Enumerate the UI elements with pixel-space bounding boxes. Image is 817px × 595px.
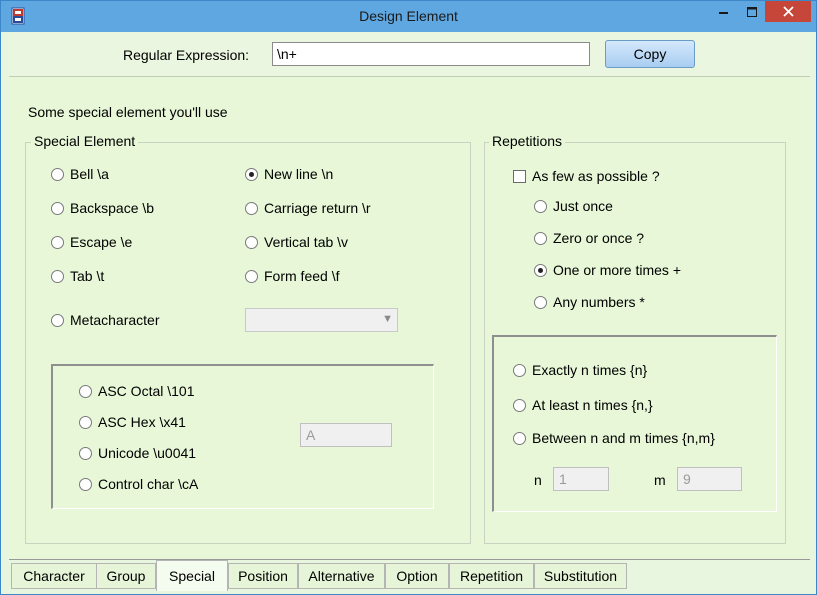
radio-label: Tab \t — [70, 268, 105, 284]
radio-label: Exactly n times {n} — [532, 362, 648, 378]
radio-circle[interactable] — [513, 398, 526, 412]
tab-character[interactable]: Character — [11, 563, 97, 589]
radio-carriage-return[interactable]: Carriage return \r — [245, 200, 371, 216]
radio-circle[interactable] — [245, 201, 258, 215]
radio-label: Any numbers * — [553, 294, 645, 310]
metacharacter-select[interactable]: ▼ — [245, 308, 398, 332]
radio-label: Form feed \f — [264, 268, 340, 284]
radio-control-char[interactable]: Control char \cA — [79, 476, 198, 492]
tab-substitution[interactable]: Substitution — [534, 563, 627, 589]
radio-form-feed[interactable]: Form feed \f — [245, 268, 339, 284]
radio-label: One or more times + — [553, 262, 681, 278]
radio-bell[interactable]: Bell \a — [51, 166, 109, 182]
n-value-field[interactable]: 1 — [553, 467, 609, 491]
radio-label: ASC Hex \x41 — [98, 414, 186, 430]
regex-label: Regular Expression: — [123, 47, 250, 63]
radio-between-n-m[interactable]: Between n and m times {n,m} — [513, 430, 715, 446]
intro-text: Some special element you'll use — [28, 104, 228, 120]
copy-button[interactable]: Copy — [605, 40, 695, 68]
maximize-icon — [746, 6, 757, 17]
checkbox-box[interactable] — [513, 169, 526, 183]
radio-circle[interactable] — [513, 431, 526, 445]
radio-metacharacter[interactable]: Metacharacter — [51, 312, 159, 328]
close-icon — [782, 6, 794, 17]
radio-unicode[interactable]: Unicode \u0041 — [79, 445, 196, 461]
radio-zero-or-once[interactable]: Zero or once ? — [534, 230, 644, 246]
tab-alternative[interactable]: Alternative — [298, 563, 385, 589]
special-tab-panel: Some special element you'll use Special … — [9, 76, 810, 559]
radio-at-least-n[interactable]: At least n times {n,} — [513, 397, 653, 413]
radio-label: Zero or once ? — [553, 230, 645, 246]
n-label: n — [534, 472, 542, 488]
radio-circle[interactable] — [51, 167, 64, 181]
radio-new-line[interactable]: New line \n — [245, 166, 333, 182]
radio-label: At least n times {n,} — [532, 397, 653, 413]
checkbox-few-as-possible[interactable]: As few as possible ? — [513, 168, 660, 184]
radio-asc-octal[interactable]: ASC Octal \101 — [79, 383, 195, 399]
design-element-window: Design Element Regular Expression: Copy … — [0, 0, 817, 595]
radio-label: Between n and m times {n,m} — [532, 430, 715, 446]
repetitions-title: Repetitions — [489, 133, 566, 149]
radio-circle[interactable] — [51, 313, 64, 327]
minimize-icon — [719, 11, 728, 14]
regex-header: Regular Expression: Copy — [9, 32, 810, 76]
checkbox-label: As few as possible ? — [532, 168, 660, 184]
radio-circle[interactable] — [51, 201, 64, 215]
tab-position[interactable]: Position — [228, 563, 298, 589]
radio-just-once[interactable]: Just once — [534, 198, 613, 214]
radio-circle[interactable] — [79, 384, 92, 398]
radio-label: Escape \e — [70, 234, 133, 250]
radio-label: Bell \a — [70, 166, 109, 182]
regex-input[interactable] — [272, 42, 590, 66]
char-value-field[interactable]: A — [300, 423, 392, 447]
radio-circle[interactable] — [51, 235, 64, 249]
radio-circle[interactable] — [513, 363, 526, 377]
radio-label: ASC Octal \101 — [98, 383, 195, 399]
radio-circle[interactable] — [534, 231, 547, 245]
radio-circle[interactable] — [534, 295, 547, 309]
radio-label: Metacharacter — [70, 312, 160, 328]
window-title: Design Element — [359, 8, 458, 24]
tab-strip: Character Group Special Position Alterna… — [9, 559, 810, 591]
radio-circle[interactable] — [245, 269, 258, 283]
radio-any-numbers[interactable]: Any numbers * — [534, 294, 645, 310]
m-label: m — [654, 472, 666, 488]
radio-label: Carriage return \r — [264, 200, 371, 216]
radio-one-or-more[interactable]: One or more times + — [534, 262, 681, 278]
minimize-button[interactable] — [710, 1, 738, 22]
tab-special[interactable]: Special — [156, 560, 228, 591]
title-bar[interactable]: Design Element — [1, 1, 816, 32]
radio-label: Unicode \u0041 — [98, 445, 197, 461]
close-button[interactable] — [765, 1, 811, 22]
tab-option[interactable]: Option — [385, 563, 449, 589]
tab-group[interactable]: Group — [96, 563, 156, 589]
chevron-down-icon: ▼ — [382, 313, 393, 325]
radio-circle-selected[interactable] — [534, 263, 547, 277]
radio-backspace[interactable]: Backspace \b — [51, 200, 154, 216]
radio-tab[interactable]: Tab \t — [51, 268, 104, 284]
radio-vertical-tab[interactable]: Vertical tab \v — [245, 234, 348, 250]
special-element-title: Special Element — [31, 133, 139, 149]
radio-label: Vertical tab \v — [264, 234, 349, 250]
radio-circle[interactable] — [79, 477, 92, 491]
radio-asc-hex[interactable]: ASC Hex \x41 — [79, 414, 186, 430]
radio-label: Backspace \b — [70, 200, 155, 216]
radio-circle[interactable] — [245, 235, 258, 249]
maximize-button[interactable] — [738, 1, 765, 22]
radio-circle[interactable] — [79, 446, 92, 460]
m-value-field[interactable]: 9 — [677, 467, 742, 491]
radio-circle-selected[interactable] — [245, 167, 258, 181]
radio-circle[interactable] — [79, 415, 92, 429]
radio-circle[interactable] — [534, 199, 547, 213]
radio-label: Control char \cA — [98, 476, 199, 492]
radio-exactly-n[interactable]: Exactly n times {n} — [513, 362, 647, 378]
radio-label: New line \n — [264, 166, 334, 182]
radio-label: Just once — [553, 198, 613, 214]
radio-circle[interactable] — [51, 269, 64, 283]
tab-repetition[interactable]: Repetition — [449, 563, 534, 589]
radio-escape[interactable]: Escape \e — [51, 234, 132, 250]
